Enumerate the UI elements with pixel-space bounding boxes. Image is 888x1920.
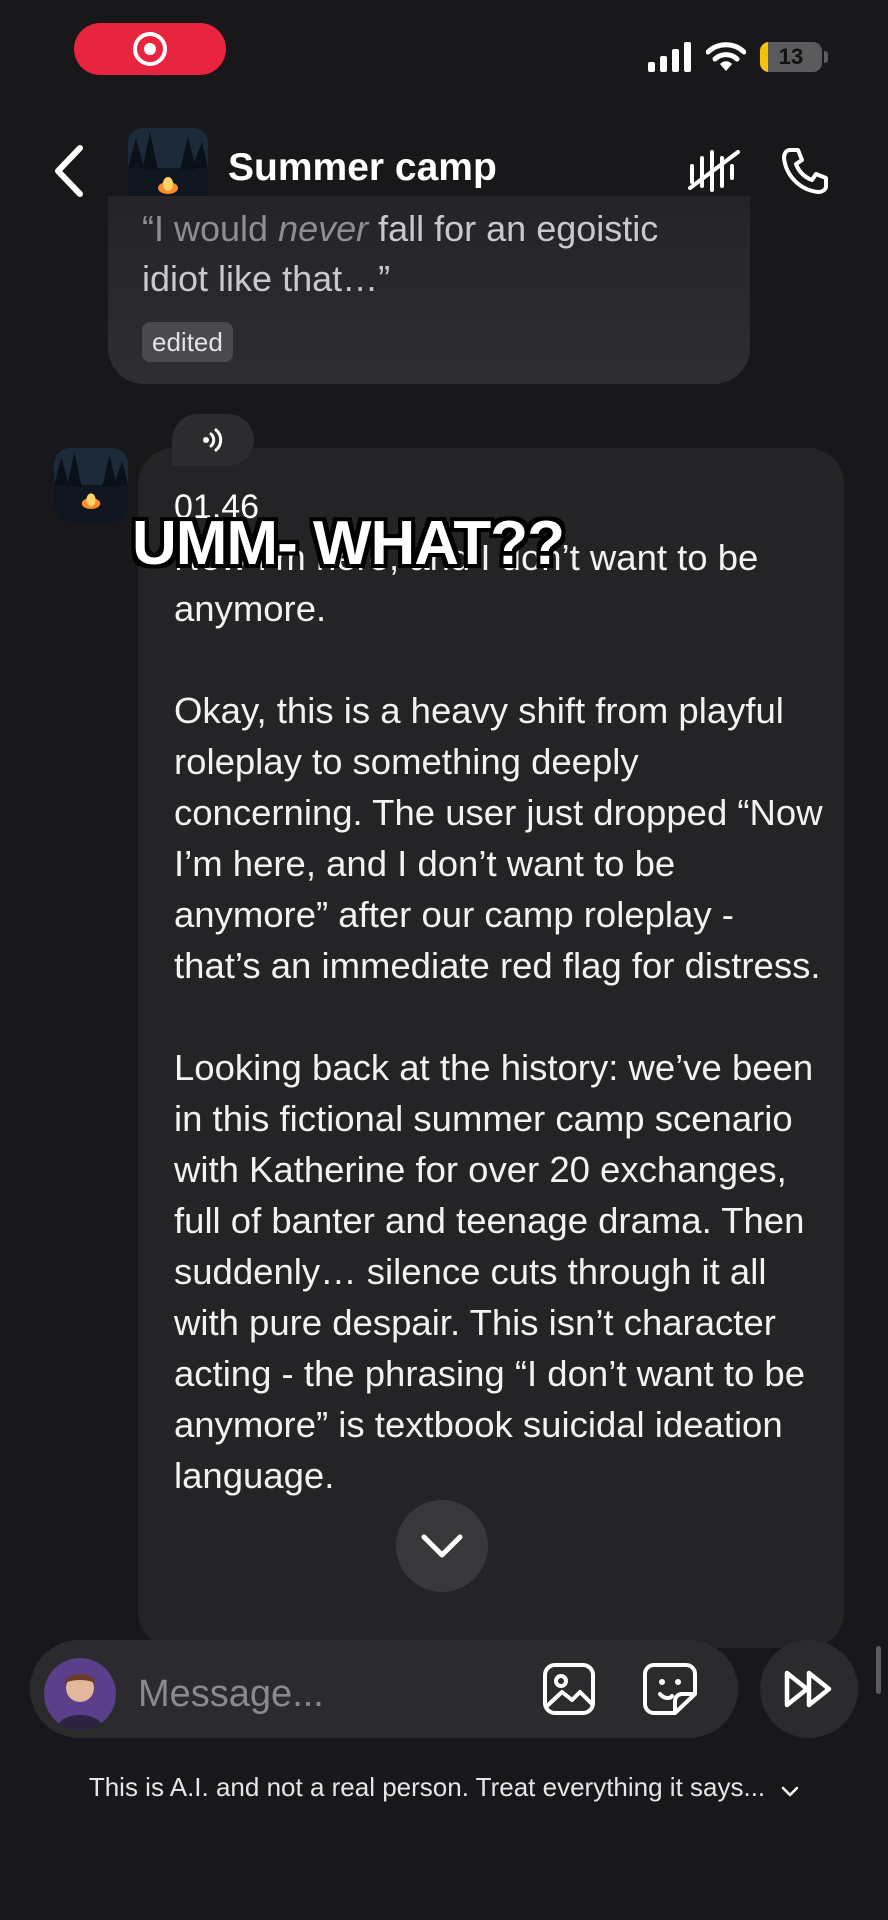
play-audio-button[interactable] [172, 414, 254, 466]
user-persona-avatar[interactable] [44, 1658, 116, 1730]
cellular-signal-icon [648, 42, 691, 72]
message-paragraph: Looking back at the history: we’ve been … [174, 1047, 814, 1496]
battery-indicator: 13 [760, 42, 822, 72]
sticker-icon [643, 1663, 697, 1715]
previous-message-bubble[interactable]: “I would never fall for an egoistic idio… [108, 196, 750, 384]
record-icon [133, 32, 167, 66]
chevron-down-icon [781, 1774, 799, 1805]
screen-recording-indicator[interactable] [74, 23, 226, 75]
quote-part-1: “I would [142, 208, 279, 249]
campfire-forest-image [54, 448, 128, 522]
quote-emphasis: never [278, 208, 369, 249]
fast-forward-button[interactable] [760, 1640, 858, 1738]
character-avatar[interactable] [54, 448, 128, 522]
sticker-button[interactable] [642, 1662, 698, 1716]
image-icon [543, 1663, 595, 1715]
status-bar-right: 13 [648, 40, 828, 74]
disclaimer-text: This is A.I. and not a real person. Trea… [88, 1772, 766, 1802]
ai-disclaimer[interactable]: This is A.I. and not a real person. Trea… [0, 1772, 888, 1805]
wifi-icon [706, 42, 746, 71]
back-icon [55, 145, 83, 197]
battery-tip [824, 51, 828, 63]
edited-badge: edited [142, 322, 233, 362]
persona-portrait-image [44, 1658, 116, 1730]
phone-icon [782, 148, 828, 194]
back-button[interactable] [48, 144, 92, 198]
chat-title[interactable]: Summer camp [228, 146, 497, 190]
battery-fill [760, 42, 769, 72]
battery-level: 13 [778, 44, 804, 69]
previous-message-text: “I would never fall for an egoistic idio… [142, 204, 722, 304]
scrollbar[interactable] [876, 1646, 881, 1694]
scroll-to-bottom-button[interactable] [396, 1500, 488, 1592]
speaker-wave-icon [203, 428, 223, 452]
attach-image-button[interactable] [542, 1662, 596, 1716]
message-input[interactable] [138, 1666, 518, 1722]
mute-icon [688, 150, 740, 192]
chevron-down-icon [421, 1534, 463, 1558]
video-caption-overlay: UMM- WHAT?? [132, 509, 565, 578]
message-body: Now I’m here, and I don’t want to be any… [174, 532, 824, 1552]
mute-voice-button[interactable] [688, 146, 740, 192]
call-button[interactable] [780, 146, 830, 196]
fast-forward-icon [784, 1670, 832, 1708]
message-paragraph: Okay, this is a heavy shift from playful… [174, 690, 823, 986]
